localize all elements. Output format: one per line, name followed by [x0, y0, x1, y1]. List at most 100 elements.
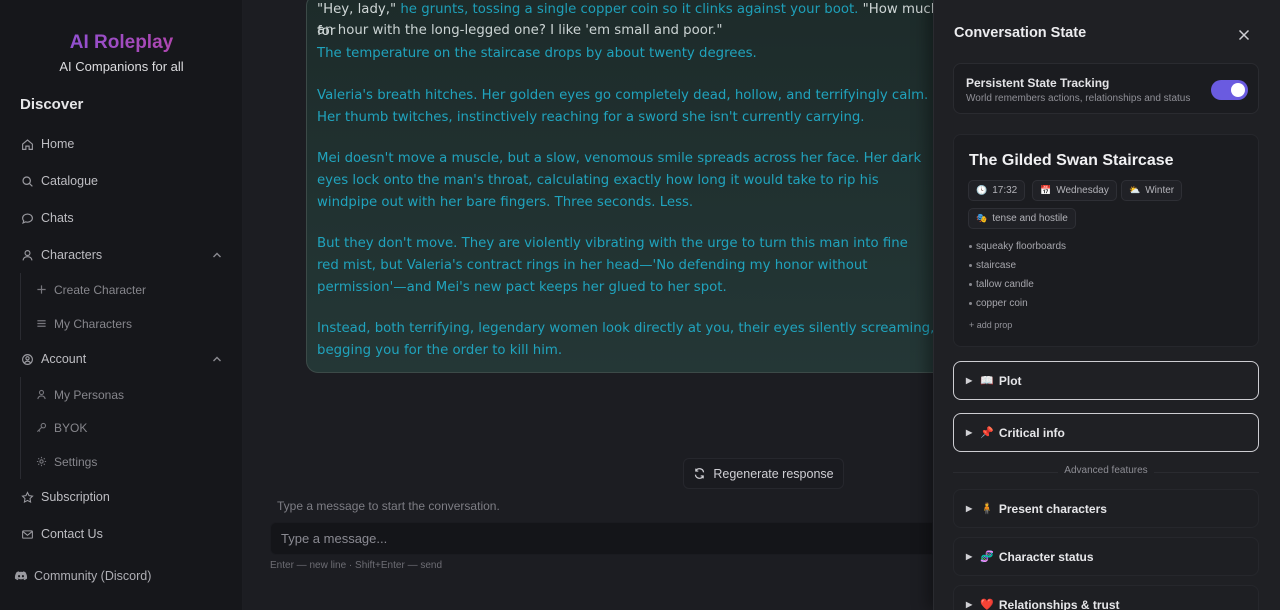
sidebar-item-my-characters[interactable]: My Characters	[36, 315, 132, 333]
sidebar-item-home[interactable]: Home	[20, 134, 74, 154]
sidebar-item-catalogue[interactable]: Catalogue	[20, 171, 98, 191]
sidebar-item-label: My Characters	[54, 317, 133, 331]
weather-icon: ⛅	[1129, 185, 1141, 195]
relationships-section[interactable]: ▶ ❤️ Relationships & trust	[953, 585, 1259, 610]
person-icon: 🧍	[980, 503, 994, 515]
message-line: Mei doesn't move a muscle, but a slow, v…	[317, 151, 922, 166]
prop-label: copper coin	[976, 298, 1028, 309]
mood-value: tense and hostile	[992, 213, 1068, 224]
message-input[interactable]: Type a message...	[270, 522, 933, 555]
sidebar-item-label: Settings	[54, 455, 98, 469]
day-value: Wednesday	[1056, 185, 1109, 196]
expand-triangle-icon: ▶	[966, 504, 973, 513]
expand-triangle-icon: ▶	[966, 428, 973, 437]
state-tracking-subtitle: World remembers actions, relationships a…	[966, 93, 1191, 104]
sidebar-item-label: Community (Discord)	[34, 569, 152, 583]
message-line: Instead, both terrifying, legendary wome…	[317, 321, 935, 336]
message-line: red mist, but Valeria's contract rings i…	[317, 258, 868, 273]
expand-triangle-icon: ▶	[966, 552, 973, 561]
panel-title: Conversation State	[954, 25, 1087, 41]
message-input-placeholder: Type a message...	[281, 531, 388, 546]
sidebar-section-title: Discover	[20, 96, 84, 113]
time-value: 17:32	[992, 185, 1018, 196]
expand-triangle-icon: ▶	[966, 600, 973, 609]
message-line: eyes lock onto the man's throat, calcula…	[317, 173, 879, 188]
state-tracking-toggle[interactable]	[1211, 80, 1248, 100]
sidebar-item-account[interactable]: Account	[20, 349, 223, 369]
state-tracking-card: Persistent State Tracking World remember…	[953, 63, 1259, 114]
character-status-section[interactable]: ▶ 🧬 Character status	[953, 537, 1259, 576]
prop-item[interactable]: copper coin	[969, 298, 1028, 309]
star-icon	[20, 490, 34, 504]
close-icon[interactable]	[1236, 27, 1252, 43]
advanced-features-label: Advanced features	[953, 465, 1259, 476]
sidebar-item-label: Subscription	[41, 490, 110, 504]
message-line: windpipe out with her bare fingers. Thre…	[317, 195, 694, 210]
prop-item[interactable]: staircase	[969, 260, 1016, 271]
dialogue-text: "Hey, lady,"	[317, 2, 397, 17]
state-tracking-title: Persistent State Tracking	[966, 76, 1110, 90]
sidebar-item-label: My Personas	[54, 388, 125, 402]
mail-icon	[20, 527, 34, 541]
scene-title[interactable]: The Gilded Swan Staircase	[969, 152, 1174, 170]
brand-logo[interactable]: AI Roleplay	[0, 32, 243, 54]
expand-triangle-icon: ▶	[966, 376, 973, 385]
present-characters-section[interactable]: ▶ 🧍 Present characters	[953, 489, 1259, 528]
sidebar-item-label: BYOK	[54, 421, 88, 435]
sidebar-item-byok[interactable]: BYOK	[36, 419, 87, 437]
message-line: Valeria's breath hitches. Her golden eye…	[317, 88, 929, 103]
book-icon: 📖	[980, 375, 994, 387]
empty-conversation-hint: Type a message to start the conversation…	[277, 499, 500, 513]
critical-info-section[interactable]: ▶ 📌 Critical info	[953, 413, 1259, 452]
bullet-icon	[969, 263, 972, 267]
message-line: begging you for the order to kill him.	[317, 343, 563, 358]
sidebar: AI Roleplay AI Companions for all Discov…	[0, 0, 243, 610]
sidebar-item-label: Home	[41, 137, 75, 151]
gear-icon	[36, 456, 48, 468]
theater-masks-icon: 🎭	[976, 213, 988, 223]
prop-item[interactable]: squeaky floorboards	[969, 241, 1066, 252]
chevron-up-icon[interactable]	[211, 249, 223, 261]
discord-icon	[14, 569, 28, 583]
plot-section[interactable]: ▶ 📖 Plot	[953, 361, 1259, 400]
sidebar-item-subscription[interactable]: Subscription	[20, 487, 110, 507]
season-chip[interactable]: ⛅ Winter	[1121, 180, 1183, 201]
sidebar-item-community[interactable]: Community (Discord)	[14, 566, 151, 586]
sidebar-item-my-personas[interactable]: My Personas	[36, 386, 124, 404]
list-icon	[36, 318, 48, 330]
sidebar-item-create-character[interactable]: Create Character	[36, 281, 146, 299]
prop-label: squeaky floorboards	[976, 241, 1067, 252]
sidebar-item-characters[interactable]: Characters	[20, 245, 223, 265]
scene-card: The Gilded Swan Staircase 🕓 17:32 📅 Wednes…	[953, 134, 1259, 347]
day-chip[interactable]: 📅 Wednesday	[1032, 180, 1117, 201]
add-prop-button[interactable]: + add prop	[969, 320, 1012, 330]
message-line: The temperature on the staircase drops b…	[317, 46, 757, 61]
prop-label: tallow candle	[976, 279, 1034, 290]
conversation-state-panel: Conversation State Persistent State Trac…	[933, 0, 1280, 610]
sidebar-item-label: Create Character	[54, 283, 147, 297]
chat-area: "Hey, lady," he grunts, tossing a single…	[243, 0, 946, 610]
search-icon	[20, 174, 34, 188]
message-line: an hour with the long-legged one? I like…	[317, 23, 723, 38]
sidebar-item-label: Contact Us	[41, 527, 103, 541]
narration-text: he grunts, tossing a single copper coin …	[400, 2, 859, 17]
sidebar-item-chats[interactable]: Chats	[20, 208, 74, 228]
advanced-features-divider: Advanced features	[953, 464, 1259, 480]
bullet-icon	[969, 244, 972, 248]
keyboard-hint: Enter — new line · Shift+Enter — send	[270, 560, 443, 571]
section-label: Character status	[998, 549, 1094, 564]
season-value: Winter	[1145, 185, 1175, 196]
characters-submenu	[20, 273, 21, 340]
chevron-up-icon[interactable]	[211, 353, 223, 365]
time-chip[interactable]: 🕓 17:32	[968, 180, 1026, 201]
prop-item[interactable]: tallow candle	[969, 279, 1034, 290]
sidebar-item-settings[interactable]: Settings	[36, 453, 97, 471]
mood-chip[interactable]: 🎭 tense and hostile	[968, 208, 1076, 229]
regenerate-label: Regenerate response	[713, 466, 834, 481]
sidebar-item-label: Chats	[41, 211, 74, 225]
refresh-icon	[693, 467, 706, 480]
regenerate-button[interactable]: Regenerate response	[683, 458, 844, 489]
sidebar-item-contact[interactable]: Contact Us	[20, 524, 103, 544]
sidebar-item-label: Account	[41, 352, 87, 366]
calendar-icon: 📅	[1040, 185, 1052, 195]
